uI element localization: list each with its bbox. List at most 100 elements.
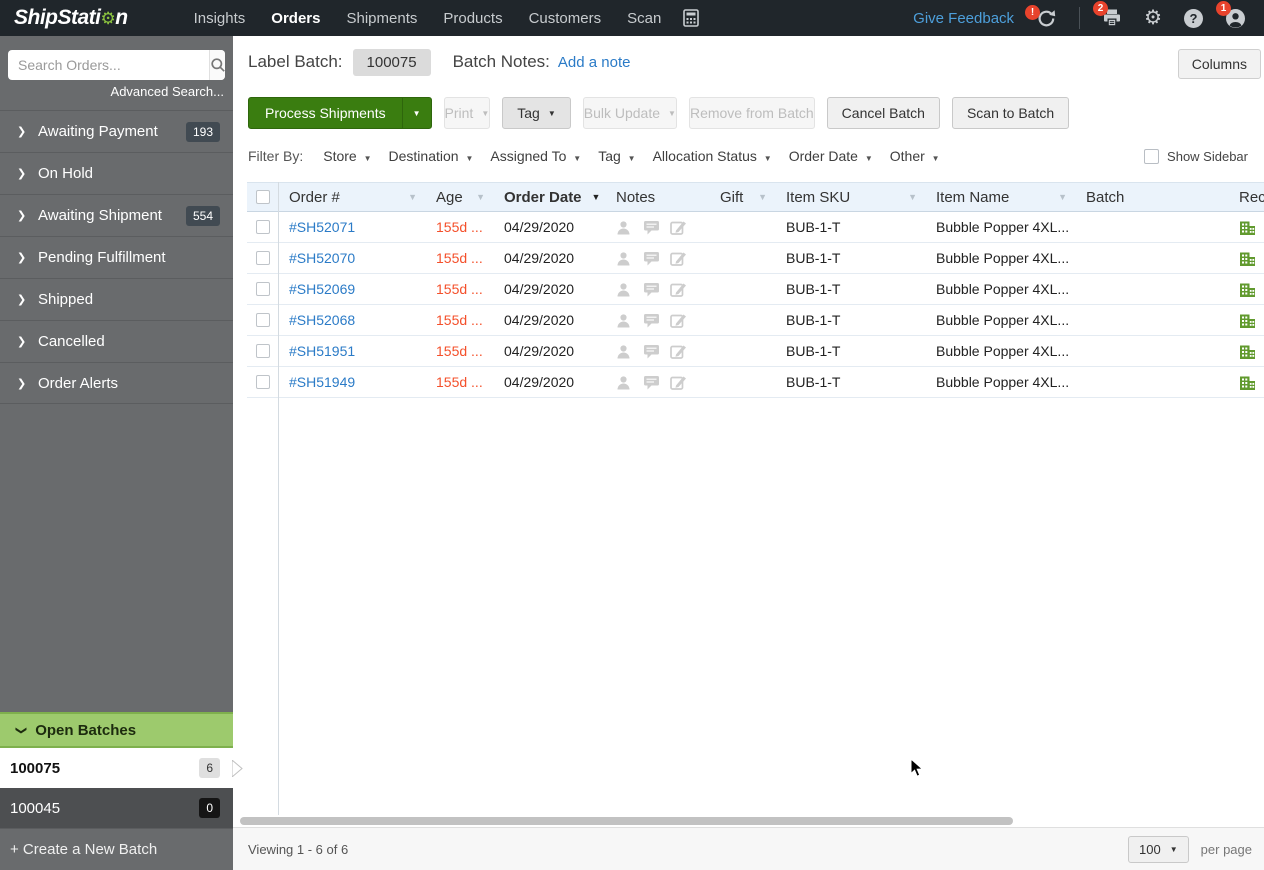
table-row[interactable]: #SH52070 155d ... 04/29/2020 BUB-1-T Bubble … bbox=[247, 243, 1264, 274]
sort-desc-icon[interactable]: ▼ bbox=[592, 192, 601, 202]
process-shipments-button[interactable]: Process Shipments ▼ bbox=[248, 97, 432, 129]
printer-icon[interactable]: 2 bbox=[1093, 1, 1122, 28]
edit-note-icon[interactable] bbox=[670, 220, 687, 235]
column-filter-icon[interactable]: ▼ bbox=[408, 192, 417, 202]
row-checkbox[interactable] bbox=[255, 344, 270, 358]
filter-tag[interactable]: Tag ▼ bbox=[598, 148, 635, 164]
col-item-sku[interactable]: Item SKU ▼ bbox=[775, 189, 925, 206]
horizontal-scrollbar[interactable] bbox=[233, 815, 1264, 827]
note-icon[interactable] bbox=[643, 344, 660, 359]
filter-store[interactable]: Store ▼ bbox=[323, 148, 371, 164]
column-filter-icon[interactable]: ▼ bbox=[1058, 192, 1067, 202]
table-row[interactable]: #SH51949 155d ... 04/29/2020 BUB-1-T Bubble … bbox=[247, 367, 1264, 398]
sidebar-item-cancelled[interactable]: ❯ Cancelled bbox=[0, 320, 233, 362]
add-note-link[interactable]: Add a note bbox=[558, 54, 631, 71]
table-row[interactable]: #SH52071 155d ... 04/29/2020 BUB-1-T Bubble … bbox=[247, 212, 1264, 243]
order-number-link[interactable]: #SH52070 bbox=[289, 250, 355, 266]
per-page-select[interactable]: 100 ▼ bbox=[1128, 835, 1189, 863]
nav-scan[interactable]: Scan bbox=[627, 10, 661, 27]
company-building-icon[interactable] bbox=[1239, 313, 1264, 328]
company-building-icon[interactable] bbox=[1239, 282, 1264, 297]
cancel-batch-button[interactable]: Cancel Batch bbox=[826, 97, 940, 129]
filter-order-date[interactable]: Order Date ▼ bbox=[789, 148, 873, 164]
col-order-date[interactable]: Order Date ▼ bbox=[493, 189, 605, 206]
company-building-icon[interactable] bbox=[1239, 251, 1264, 266]
note-icon[interactable] bbox=[643, 375, 660, 390]
columns-button[interactable]: Columns bbox=[1177, 49, 1261, 79]
assign-user-icon[interactable] bbox=[616, 251, 633, 266]
sync-icon[interactable]: ! bbox=[1025, 4, 1057, 29]
note-icon[interactable] bbox=[643, 251, 660, 266]
filter-destination[interactable]: Destination ▼ bbox=[389, 148, 474, 164]
company-building-icon[interactable] bbox=[1239, 375, 1264, 390]
help-icon[interactable]: ? bbox=[1184, 8, 1203, 28]
account-icon[interactable]: 1 bbox=[1216, 0, 1246, 29]
table-row[interactable]: #SH51951 155d ... 04/29/2020 BUB-1-T Bubble … bbox=[247, 336, 1264, 367]
settings-gear-icon[interactable]: ⚙ bbox=[1144, 8, 1162, 28]
process-shipments-dropdown[interactable]: ▼ bbox=[401, 98, 431, 128]
sidebar-item-on-hold[interactable]: ❯ On Hold bbox=[0, 152, 233, 194]
scrollbar-thumb[interactable] bbox=[240, 817, 1013, 825]
nav-orders[interactable]: Orders bbox=[271, 10, 320, 27]
col-batch[interactable]: Batch bbox=[1075, 189, 1228, 206]
advanced-search-link[interactable]: Advanced Search... bbox=[111, 84, 224, 99]
open-batches-header[interactable]: ❯ Open Batches bbox=[0, 712, 233, 748]
batch-item-100075[interactable]: 100075 6 bbox=[0, 748, 243, 788]
filter-allocation-status[interactable]: Allocation Status ▼ bbox=[653, 148, 772, 164]
table-row[interactable]: #SH52069 155d ... 04/29/2020 BUB-1-T Bubble … bbox=[247, 274, 1264, 305]
sidebar-item-shipped[interactable]: ❯ Shipped bbox=[0, 278, 233, 320]
note-icon[interactable] bbox=[643, 220, 660, 235]
assign-user-icon[interactable] bbox=[616, 220, 633, 235]
sidebar-item-awaiting-shipment[interactable]: ❯ Awaiting Shipment 554 bbox=[0, 194, 233, 236]
edit-note-icon[interactable] bbox=[670, 282, 687, 297]
assign-user-icon[interactable] bbox=[616, 282, 633, 297]
order-number-link[interactable]: #SH51951 bbox=[289, 343, 355, 359]
col-gift[interactable]: Gift ▼ bbox=[709, 189, 775, 206]
row-checkbox[interactable] bbox=[255, 282, 270, 296]
show-sidebar-toggle[interactable]: Show Sidebar bbox=[1136, 148, 1248, 164]
assign-user-icon[interactable] bbox=[616, 313, 633, 328]
nav-shipments[interactable]: Shipments bbox=[347, 10, 418, 27]
select-all-checkbox[interactable] bbox=[255, 190, 270, 204]
row-checkbox[interactable] bbox=[255, 375, 270, 389]
create-new-batch-button[interactable]: + Create a New Batch bbox=[0, 828, 233, 870]
sidebar-item-order-alerts[interactable]: ❯ Order Alerts bbox=[0, 362, 233, 404]
sidebar-item-awaiting-payment[interactable]: ❯ Awaiting Payment 193 bbox=[0, 110, 233, 152]
row-checkbox[interactable] bbox=[255, 313, 270, 327]
nav-customers[interactable]: Customers bbox=[529, 10, 602, 27]
tag-button[interactable]: Tag ▼ bbox=[502, 97, 571, 129]
company-building-icon[interactable] bbox=[1239, 344, 1264, 359]
filter-assigned-to[interactable]: Assigned To ▼ bbox=[490, 148, 581, 164]
sidebar-item-pending-fulfillment[interactable]: ❯ Pending Fulfillment bbox=[0, 236, 233, 278]
edit-note-icon[interactable] bbox=[670, 251, 687, 266]
column-filter-icon[interactable]: ▼ bbox=[908, 192, 917, 202]
shipstation-logo[interactable]: ShipStati⚙n bbox=[14, 6, 128, 30]
edit-note-icon[interactable] bbox=[670, 313, 687, 328]
batch-item-100045[interactable]: 100045 0 bbox=[0, 788, 233, 828]
give-feedback-link[interactable]: Give Feedback bbox=[913, 10, 1014, 27]
nav-products[interactable]: Products bbox=[443, 10, 502, 27]
note-icon[interactable] bbox=[643, 313, 660, 328]
order-number-link[interactable]: #SH52071 bbox=[289, 219, 355, 235]
row-checkbox[interactable] bbox=[255, 220, 270, 234]
order-number-link[interactable]: #SH52068 bbox=[289, 312, 355, 328]
assign-user-icon[interactable] bbox=[616, 375, 633, 390]
filter-other[interactable]: Other ▼ bbox=[890, 148, 940, 164]
edit-note-icon[interactable] bbox=[670, 344, 687, 359]
col-item-name[interactable]: Item Name ▼ bbox=[925, 189, 1075, 206]
show-sidebar-checkbox[interactable] bbox=[1144, 148, 1160, 164]
scan-to-batch-button[interactable]: Scan to Batch bbox=[951, 97, 1070, 129]
col-notes[interactable]: Notes bbox=[605, 189, 709, 206]
company-building-icon[interactable] bbox=[1239, 220, 1264, 235]
calculator-icon[interactable] bbox=[683, 9, 700, 27]
note-icon[interactable] bbox=[643, 282, 660, 297]
order-number-link[interactable]: #SH51949 bbox=[289, 374, 355, 390]
assign-user-icon[interactable] bbox=[616, 344, 633, 359]
edit-note-icon[interactable] bbox=[670, 375, 687, 390]
row-checkbox[interactable] bbox=[255, 251, 270, 265]
search-button[interactable] bbox=[209, 50, 225, 80]
nav-insights[interactable]: Insights bbox=[194, 10, 246, 27]
col-age[interactable]: Age ▼ bbox=[425, 189, 493, 206]
table-row[interactable]: #SH52068 155d ... 04/29/2020 BUB-1-T Bubble … bbox=[247, 305, 1264, 336]
order-number-link[interactable]: #SH52069 bbox=[289, 281, 355, 297]
